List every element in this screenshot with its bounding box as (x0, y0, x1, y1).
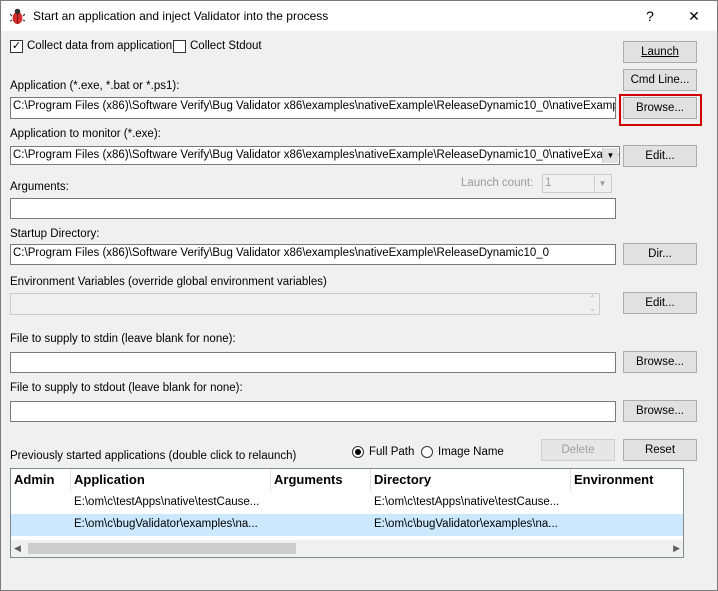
browse-stdin-button[interactable]: Browse... (623, 351, 697, 373)
edit-monitor-button[interactable]: Edit... (623, 145, 697, 167)
column-header-directory[interactable]: Directory (371, 469, 571, 491)
launch-count-dropdown[interactable]: 1 ▼ (542, 174, 612, 193)
delete-button[interactable]: Delete (541, 439, 615, 461)
launch-button-label: Launch (641, 46, 679, 58)
cell-application: E:\om\c\bugValidator\examples\na... (74, 518, 258, 530)
edit-env-button[interactable]: Edit... (623, 292, 697, 314)
collect-stdout-label: Collect Stdout (190, 40, 262, 52)
browse-stdout-button[interactable]: Browse... (623, 400, 697, 422)
arguments-field[interactable] (10, 198, 616, 219)
cell-application: E:\om\c\testApps\native\testCause... (74, 496, 260, 508)
collect-data-checkbox[interactable]: ✓ (10, 40, 23, 53)
launch-count-label: Launch count: (461, 177, 534, 189)
monitor-label: Application to monitor (*.exe): (10, 128, 161, 140)
table-row[interactable]: E:\om\c\testApps\native\testCause... E:\… (11, 492, 683, 514)
application-label: Application (*.exe, *.bat or *.ps1): (10, 80, 180, 92)
arguments-label: Arguments: (10, 181, 69, 193)
history-table: Admin Application Arguments Directory En… (10, 468, 684, 558)
dir-button[interactable]: Dir... (623, 243, 697, 265)
collect-data-label: Collect data from application (27, 40, 173, 52)
monitor-dropdown-value: C:\Program Files (x86)\Software Verify\B… (13, 149, 620, 161)
scroll-right-icon[interactable]: ▶ (673, 543, 680, 554)
env-spin-icon[interactable]: ⌃ ⌄ (586, 294, 599, 314)
cell-directory: E:\om\c\testApps\native\testCause... (374, 496, 560, 508)
help-button[interactable]: ? (628, 1, 672, 31)
collect-stdout-checkbox[interactable] (173, 40, 186, 53)
cell-directory: E:\om\c\bugValidator\examples\na... (374, 518, 558, 530)
env-label: Environment Variables (override global e… (10, 276, 327, 288)
stdin-field[interactable] (10, 352, 616, 373)
highlight-annotation (619, 94, 702, 126)
application-field[interactable]: C:\Program Files (x86)\Software Verify\B… (10, 97, 616, 119)
bug-icon (10, 8, 25, 24)
cmd-line-button[interactable]: Cmd Line... (623, 69, 697, 91)
stdout-field[interactable] (10, 401, 616, 422)
stdin-label: File to supply to stdin (leave blank for… (10, 333, 236, 345)
launch-button[interactable]: Launch (623, 41, 697, 63)
env-field[interactable] (10, 293, 600, 315)
title-bar: Start an application and inject Validato… (1, 1, 717, 31)
window-title: Start an application and inject Validato… (33, 9, 329, 23)
full-path-radio[interactable] (352, 446, 364, 458)
image-name-radio[interactable] (421, 446, 433, 458)
launch-count-value: 1 (545, 177, 552, 189)
monitor-dropdown[interactable]: C:\Program Files (x86)\Software Verify\B… (10, 146, 620, 165)
image-name-label: Image Name (438, 446, 504, 458)
full-path-label: Full Path (369, 446, 415, 458)
column-header-application[interactable]: Application (71, 469, 271, 491)
close-button[interactable]: ✕ (672, 1, 716, 31)
scroll-left-icon[interactable]: ◀ (14, 543, 21, 554)
reset-button[interactable]: Reset (623, 439, 697, 461)
startup-directory-field[interactable]: C:\Program Files (x86)\Software Verify\B… (10, 244, 616, 265)
column-header-environment[interactable]: Environment (571, 469, 683, 491)
stdout-label: File to supply to stdout (leave blank fo… (10, 382, 243, 394)
column-header-admin[interactable]: Admin (11, 469, 71, 491)
startup-directory-label: Startup Directory: (10, 228, 100, 240)
horizontal-scrollbar[interactable]: ◀ ▶ (11, 540, 683, 557)
chevron-down-icon[interactable]: ▼ (602, 148, 618, 163)
chevron-down-icon[interactable]: ▼ (594, 176, 610, 191)
scrollbar-thumb[interactable] (28, 543, 296, 554)
table-row-selected[interactable]: E:\om\c\bugValidator\examples\na... E:\o… (11, 514, 683, 536)
column-header-arguments[interactable]: Arguments (271, 469, 371, 491)
history-label: Previously started applications (double … (10, 450, 297, 462)
